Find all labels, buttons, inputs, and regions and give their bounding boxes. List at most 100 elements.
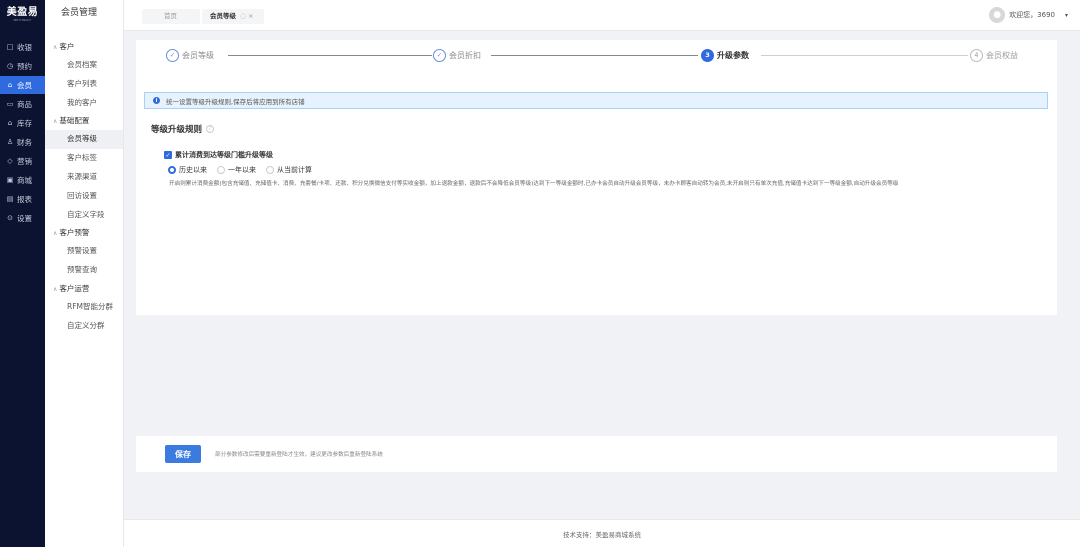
sub-item-custom-fields[interactable]: 自定义字段 bbox=[45, 206, 123, 225]
logo[interactable]: 美盈易 MEIYINGYI bbox=[0, 0, 45, 28]
group-customer[interactable]: ∧ 客户 bbox=[45, 38, 123, 56]
sub-item-customer-tags[interactable]: 客户标签 bbox=[45, 149, 123, 168]
step-member-level[interactable]: ✓ 会员等级 bbox=[166, 47, 214, 63]
user-menu[interactable]: ● 欢迎您，3690 ▾ bbox=[989, 7, 1068, 23]
step-member-discount[interactable]: ✓ 会员折扣 bbox=[433, 47, 481, 63]
step-member-benefits[interactable]: 4 会员权益 bbox=[970, 47, 1018, 63]
mall-icon: ▣ bbox=[6, 176, 14, 184]
group-label: 客户预警 bbox=[59, 228, 90, 238]
rail-item-label: 营销 bbox=[17, 156, 32, 166]
info-notice: i 统一设置等级升级规则,保存后将应用到所有店铺 bbox=[144, 92, 1048, 109]
sub-sidebar-list: ∧ 客户 会员档案 客户列表 我的客户 ∧ 基础配置 会员等级 客户标签 来源渠道 … bbox=[45, 38, 123, 336]
avatar: ● bbox=[989, 7, 1006, 23]
sub-item-custom-segment[interactable]: 自定义分群 bbox=[45, 317, 123, 336]
step-upgrade-params[interactable]: 3 升级参数 bbox=[701, 47, 749, 63]
step-label: 会员等级 bbox=[182, 50, 214, 60]
clock-icon: ◷ bbox=[6, 62, 14, 70]
rail-item-settings[interactable]: ⊙ 设置 bbox=[0, 209, 45, 227]
group-basic-config[interactable]: ∧ 基础配置 bbox=[45, 112, 123, 130]
sub-item-source-channel[interactable]: 来源渠道 bbox=[45, 168, 123, 187]
rail-item-cashier[interactable]: □ 收银 bbox=[0, 38, 45, 56]
logo-text: 美盈易 bbox=[6, 6, 39, 18]
rail-item-label: 设置 bbox=[17, 213, 32, 223]
sub-item-alert-settings[interactable]: 预警设置 bbox=[45, 242, 123, 261]
sub-item-alert-query[interactable]: 预警查询 bbox=[45, 261, 123, 280]
rail-list: □ 收银 ◷ 预约 ⌂ 会员 ▭ 商品 ⌂ 库存 ♙ 财务 ◇ 营销 ▣ 商城 ▤ 报表 ⊙ 设置 bbox=[0, 38, 45, 227]
rail-item-mall[interactable]: ▣ 商城 bbox=[0, 171, 45, 189]
chevron-up-icon: ∧ bbox=[53, 118, 58, 126]
settings-icon: ⊙ bbox=[7, 214, 13, 222]
sub-sidebar-title: 会员管理 bbox=[61, 8, 98, 18]
step-number: 4 bbox=[970, 48, 983, 62]
radio-from-now[interactable]: 从当前计算 bbox=[266, 165, 312, 175]
caret-down-icon: ▾ bbox=[1064, 11, 1068, 19]
check-icon: ✓ bbox=[433, 48, 446, 62]
step-label: 会员权益 bbox=[986, 50, 1018, 60]
step-label: 升级参数 bbox=[717, 50, 749, 60]
upgrade-checkbox[interactable]: ✓ 累计消费到达等级门槛升级等级 bbox=[164, 150, 273, 160]
step-connector bbox=[761, 55, 968, 56]
report-icon: ▤ bbox=[6, 195, 14, 203]
rail-item-label: 库存 bbox=[17, 118, 32, 128]
help-icon[interactable]: ? bbox=[206, 125, 215, 133]
rail-item-booking[interactable]: ◷ 预约 bbox=[0, 57, 45, 75]
rail-item-label: 商城 bbox=[17, 175, 32, 185]
info-icon: i bbox=[153, 97, 160, 104]
sub-item-customer-list[interactable]: 客户列表 bbox=[45, 75, 123, 94]
rail-item-goods[interactable]: ▭ 商品 bbox=[0, 95, 45, 113]
footer-text: 技术支持：美盈易商城系统 bbox=[563, 530, 641, 539]
radio-past-year[interactable]: 一年以来 bbox=[217, 165, 256, 175]
radio-dot[interactable] bbox=[168, 166, 176, 174]
steps-bar: ✓ 会员等级 ✓ 会员折扣 3 升级参数 4 会员权益 bbox=[136, 40, 1057, 70]
rail-item-finance[interactable]: ♙ 财务 bbox=[0, 133, 45, 151]
period-radio-group: 历史以来 一年以来 从当前计算 bbox=[168, 165, 312, 175]
section-title-text: 等级升级规则 bbox=[151, 125, 203, 135]
check-icon: ✓ bbox=[166, 48, 179, 62]
rail-item-label: 财务 bbox=[17, 137, 32, 147]
sub-item-revisit-settings[interactable]: 回访设置 bbox=[45, 187, 123, 206]
tab-label: 会员等级 bbox=[210, 12, 236, 20]
radio-dot[interactable] bbox=[217, 166, 225, 174]
rail-item-marketing[interactable]: ◇ 营销 bbox=[0, 152, 45, 170]
sub-item-member-archive[interactable]: 会员档案 bbox=[45, 56, 123, 75]
save-button[interactable]: 保存 bbox=[165, 445, 201, 463]
tab-home[interactable]: 首页 bbox=[142, 9, 200, 24]
radio-label: 从当前计算 bbox=[277, 166, 312, 174]
welcome-text: 欢迎您，3690 bbox=[1009, 11, 1055, 19]
radio-label: 历史以来 bbox=[179, 166, 207, 174]
rail-item-report[interactable]: ▤ 报表 bbox=[0, 190, 45, 208]
tab-member-level[interactable]: 会员等级 ◌ × bbox=[202, 9, 264, 24]
home-icon: ⌂ bbox=[7, 81, 13, 89]
checkbox-checked-icon[interactable]: ✓ bbox=[164, 151, 172, 159]
sub-item-rfm-segment[interactable]: RFM智能分群 bbox=[45, 298, 123, 317]
chevron-up-icon: ∧ bbox=[53, 44, 58, 51]
marketing-icon: ◇ bbox=[7, 157, 13, 165]
settings-card: ✓ 会员等级 ✓ 会员折扣 3 升级参数 4 会员权益 i 统一设置等级升级规则… bbox=[136, 40, 1057, 315]
sub-item-member-level[interactable]: 会员等级 bbox=[45, 130, 123, 150]
radio-dot[interactable] bbox=[266, 166, 274, 174]
group-customer-ops[interactable]: ∧ 客户运营 bbox=[45, 280, 123, 298]
goods-icon: ▭ bbox=[6, 100, 14, 108]
group-customer-alert[interactable]: ∧ 客户预警 bbox=[45, 224, 123, 242]
step-connector bbox=[228, 55, 432, 56]
chevron-up-icon: ∧ bbox=[53, 285, 58, 293]
rail-item-label: 预约 bbox=[17, 61, 32, 71]
rail-item-label: 商品 bbox=[17, 99, 32, 109]
radio-label: 一年以来 bbox=[228, 166, 256, 174]
rail-item-label: 收银 bbox=[17, 42, 32, 52]
step-label: 会员折扣 bbox=[449, 50, 481, 60]
step-connector bbox=[491, 55, 698, 56]
save-bar: 保存 部分参数修改后需要重新登陆才生效，建议更改参数后重新登陆系统 bbox=[136, 436, 1057, 472]
step-number: 3 bbox=[701, 48, 714, 62]
rail-item-stock[interactable]: ⌂ 库存 bbox=[0, 114, 45, 132]
rail-item-label: 报表 bbox=[17, 194, 32, 204]
rail-item-label: 会员 bbox=[17, 80, 32, 90]
tab-refresh-close-icons[interactable]: ◌ × bbox=[240, 12, 253, 20]
radio-history[interactable]: 历史以来 bbox=[168, 165, 207, 175]
footer: 技术支持：美盈易商城系统 bbox=[124, 519, 1080, 547]
sub-item-my-customers[interactable]: 我的客户 bbox=[45, 94, 123, 113]
main-nav-rail: 美盈易 MEIYINGYI □ 收银 ◷ 预约 ⌂ 会员 ▭ 商品 ⌂ 库存 ♙ 财务 ◇ 营… bbox=[0, 0, 45, 547]
rail-item-member[interactable]: ⌂ 会员 bbox=[0, 76, 45, 94]
sub-sidebar: 会员管理 ∧ 客户 会员档案 客户列表 我的客户 ∧ 基础配置 会员等级 客户标签 … bbox=[45, 0, 124, 547]
group-label: 客户 bbox=[59, 42, 75, 51]
